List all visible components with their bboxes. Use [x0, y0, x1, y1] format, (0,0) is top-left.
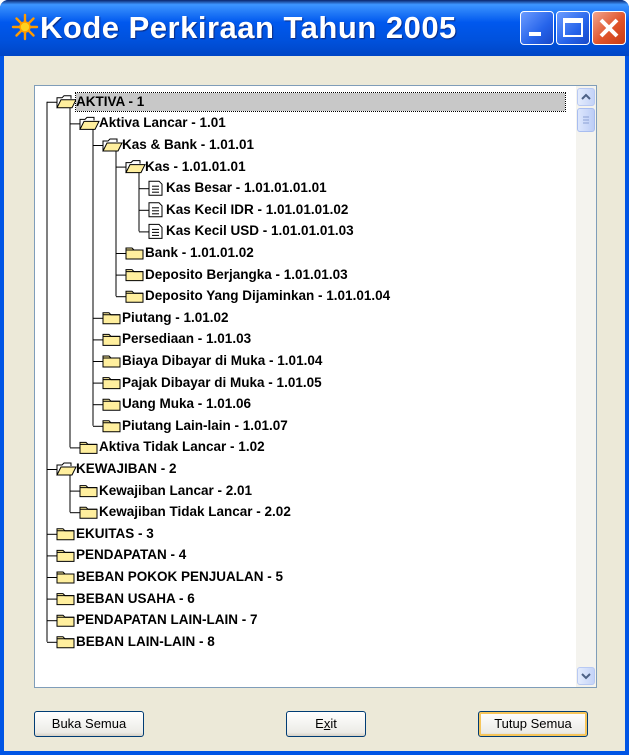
open-folder-icon: [56, 462, 77, 476]
tree-node-label[interactable]: KEWAJIBAN - 2: [76, 460, 177, 478]
tree-node-label[interactable]: Aktiva Lancar - 1.01: [99, 114, 226, 132]
open-all-button[interactable]: Buka Semua: [34, 711, 144, 737]
document-icon: [148, 202, 163, 218]
open-folder-icon: [79, 116, 100, 130]
folder-icon: [102, 420, 121, 433]
tree-node-label[interactable]: Kas Kecil IDR - 1.01.01.01.02: [166, 201, 348, 219]
tree-node-label[interactable]: Deposito Berjangka - 1.01.01.03: [145, 266, 348, 284]
close-icon: [599, 18, 619, 38]
document-icon: [148, 180, 163, 196]
tree-node-label[interactable]: Persediaan - 1.01.03: [122, 330, 251, 348]
exit-label-end: it: [330, 716, 337, 731]
tree-node-label[interactable]: Kewajiban Tidak Lancar - 2.02: [99, 503, 291, 521]
window-title: Kode Perkiraan Tahun 2005: [40, 10, 457, 45]
tree-node-label[interactable]: Kewajiban Lancar - 2.01: [99, 482, 252, 500]
grip-icon: [583, 116, 589, 124]
exit-button[interactable]: Exit: [286, 711, 366, 737]
chevron-up-icon: [581, 93, 591, 100]
tree-node-label[interactable]: EKUITAS - 3: [76, 525, 154, 543]
account-tree[interactable]: AKTIVA - 1 Aktiva Lancar - 1.01 Kas & Bank…: [34, 85, 597, 688]
open-folder-icon: [125, 160, 146, 174]
folder-icon: [56, 636, 75, 649]
star-icon: [11, 13, 39, 41]
tree-node-label[interactable]: PENDAPATAN LAIN-LAIN - 7: [76, 611, 258, 629]
folder-icon: [79, 506, 98, 519]
folder-icon: [56, 571, 75, 584]
tree-node-label[interactable]: Kas Besar - 1.01.01.01.01: [166, 179, 327, 197]
maximize-button[interactable]: [556, 11, 590, 45]
open-folder-icon: [56, 95, 77, 109]
folder-icon: [79, 485, 98, 498]
folder-icon: [56, 528, 75, 541]
tree-node-label[interactable]: BEBAN POKOK PENJUALAN - 5: [76, 568, 283, 586]
folder-icon: [102, 333, 121, 346]
folder-icon: [102, 355, 121, 368]
folder-icon: [56, 614, 75, 627]
minimize-button[interactable]: [520, 11, 554, 45]
close-all-button[interactable]: Tutup Semua: [478, 711, 588, 737]
tree-node-label[interactable]: Kas - 1.01.01.01: [145, 158, 246, 176]
folder-icon: [102, 312, 121, 325]
chevron-down-icon: [581, 673, 591, 680]
close-button[interactable]: [592, 11, 626, 45]
minimize-icon: [529, 32, 541, 36]
tree-node-label[interactable]: Piutang - 1.01.02: [122, 309, 229, 327]
tree-node-label[interactable]: Kas & Bank - 1.01.01: [122, 136, 254, 154]
folder-icon: [125, 290, 144, 303]
dialog-window: Kode Perkiraan Tahun 2005 AKTIVA - 1 Akti…: [0, 0, 629, 755]
folder-icon: [102, 377, 121, 390]
tree-node-label[interactable]: PENDAPATAN - 4: [76, 546, 186, 564]
folder-icon: [56, 549, 75, 562]
open-folder-icon: [102, 138, 123, 152]
tree-node-label[interactable]: BEBAN LAIN-LAIN - 8: [76, 633, 215, 651]
tree-node-label[interactable]: Uang Muka - 1.01.06: [122, 395, 251, 413]
folder-icon: [79, 441, 98, 454]
document-icon: [148, 223, 163, 239]
maximize-icon: [563, 18, 583, 37]
tree-node-label[interactable]: Bank - 1.01.01.02: [145, 244, 254, 262]
scroll-up-button[interactable]: [577, 88, 595, 106]
tree-node-label[interactable]: Deposito Yang Dijaminkan - 1.01.01.04: [145, 287, 390, 305]
folder-icon: [102, 398, 121, 411]
dialog-body: AKTIVA - 1 Aktiva Lancar - 1.01 Kas & Bank…: [4, 56, 625, 751]
scroll-thumb[interactable]: [577, 108, 595, 132]
tree-node-label[interactable]: Pajak Dibayar di Muka - 1.01.05: [122, 374, 322, 392]
tree-node-label[interactable]: Kas Kecil USD - 1.01.01.01.03: [166, 222, 354, 240]
vertical-scrollbar[interactable]: [576, 86, 596, 687]
folder-icon: [125, 269, 144, 282]
exit-label-start: E: [315, 716, 324, 731]
tree-node-label[interactable]: BEBAN USAHA - 6: [76, 590, 195, 608]
tree-node-label[interactable]: Aktiva Tidak Lancar - 1.02: [99, 438, 265, 456]
tree-node-label[interactable]: Biaya Dibayar di Muka - 1.01.04: [122, 352, 322, 370]
tree-node-label[interactable]: AKTIVA - 1: [75, 91, 566, 112]
tree-node-label[interactable]: Piutang Lain-lain - 1.01.07: [122, 417, 288, 435]
title-bar[interactable]: Kode Perkiraan Tahun 2005: [0, 0, 629, 56]
folder-icon: [125, 247, 144, 260]
folder-icon: [56, 593, 75, 606]
scroll-down-button[interactable]: [577, 667, 595, 685]
